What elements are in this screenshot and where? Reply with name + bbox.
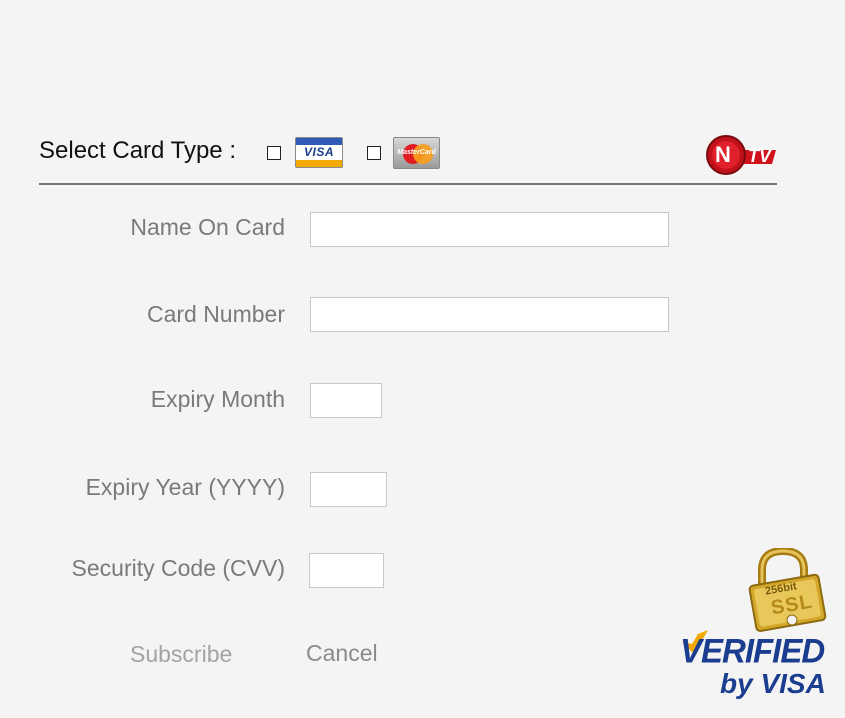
ntv-logo-tv: TV <box>748 146 772 166</box>
security-code-input[interactable] <box>309 553 384 588</box>
card-number-label: Card Number <box>146 301 285 327</box>
name-on-card-label: Name On Card <box>130 214 285 240</box>
select-card-type-label: Select Card Type : <box>39 137 236 164</box>
expiry-year-input[interactable] <box>310 472 387 507</box>
verified-text: VERIFIED <box>680 631 825 670</box>
mastercard-logo-text: MasterCard <box>397 149 436 156</box>
subscribe-button[interactable]: Subscribe <box>130 641 232 668</box>
cancel-button[interactable]: Cancel <box>306 640 378 667</box>
visa-logo-text: VISA <box>303 145 334 159</box>
security-code-label: Security Code (CVV) <box>71 555 285 581</box>
expiry-year-label: Expiry Year (YYYY) <box>85 474 285 500</box>
mastercard-card-icon[interactable]: MasterCard <box>393 137 440 169</box>
expiry-month-input[interactable] <box>310 383 382 418</box>
by-visa-text: by VISA <box>720 668 826 699</box>
ntv-logo: N TV <box>706 134 778 176</box>
expiry-month-label: Expiry Month <box>150 386 285 412</box>
card-number-input[interactable] <box>310 297 669 332</box>
verified-by-visa-badge: VERIFIED by VISA <box>678 620 838 710</box>
header-divider <box>39 183 777 185</box>
ntv-logo-n: N <box>715 142 731 167</box>
name-on-card-input[interactable] <box>310 212 669 247</box>
visa-checkbox[interactable] <box>267 146 281 160</box>
mastercard-checkbox[interactable] <box>367 146 381 160</box>
visa-card-icon[interactable]: VISA <box>295 137 343 168</box>
